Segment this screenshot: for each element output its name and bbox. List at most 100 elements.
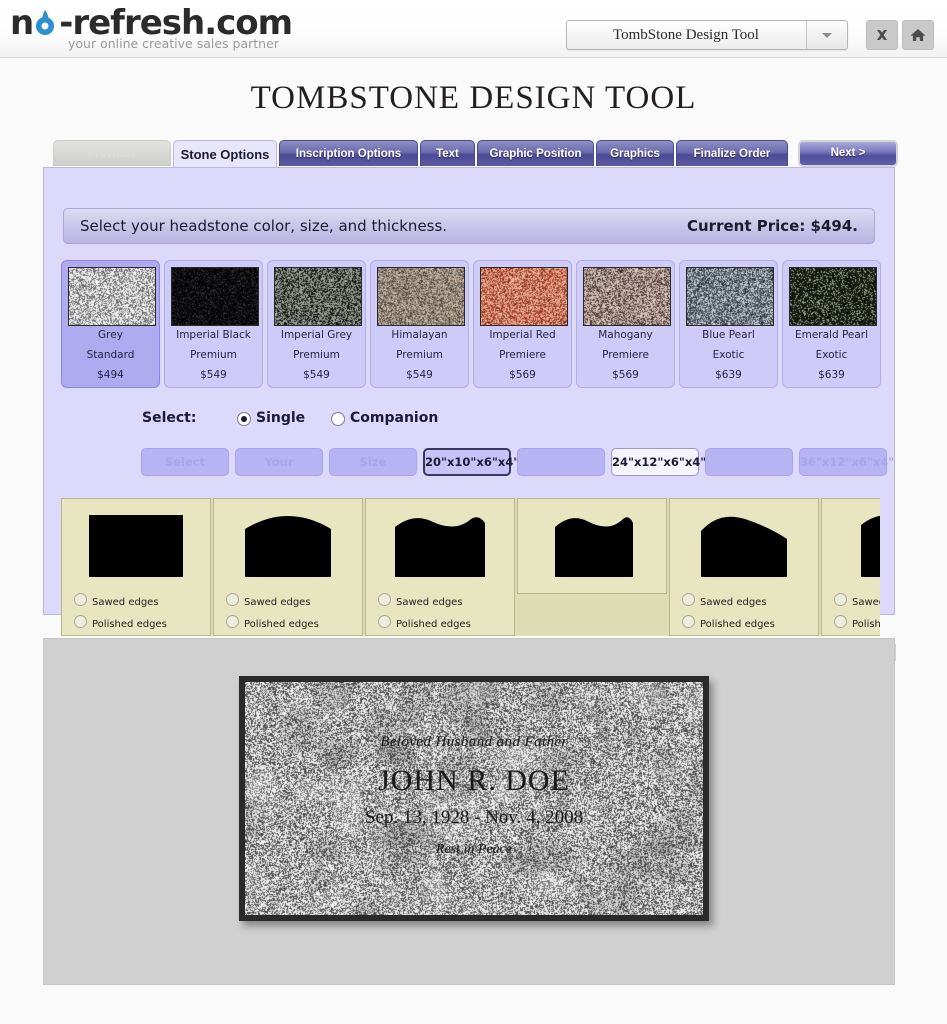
stone-price: $569	[577, 369, 674, 381]
edge-option-label: Polished edges	[700, 619, 775, 630]
stone-price: $569	[474, 369, 571, 381]
home-icon	[910, 27, 927, 43]
stone-price: $639	[680, 369, 777, 381]
edge-option-label: Polished edges	[396, 619, 471, 630]
stone-texture	[789, 267, 877, 326]
radio-polished-edges[interactable]: Polished edges	[74, 615, 167, 630]
tab-label: Stone Options	[181, 147, 270, 162]
size-button[interactable]: 36"x12"x6"x4"	[799, 448, 887, 476]
shape-card[interactable]: Sawed edges Polished edges	[213, 498, 363, 636]
page-title: TOMBSTONE DESIGN TOOL	[0, 80, 947, 117]
top-bar: n -refresh.com your online creative sales…	[0, 0, 947, 58]
shape-card[interactable]: Sawed edges Polished edges	[821, 498, 880, 636]
radio-sawed-edges[interactable]: Sawed edges	[74, 593, 159, 608]
radio-button-icon[interactable]	[226, 615, 239, 628]
radio-polished-edges[interactable]: Polished edges	[834, 615, 880, 630]
radio-companion[interactable]	[331, 412, 345, 426]
single-companion-row: Select: Single Companion	[44, 406, 896, 434]
radio-single[interactable]	[237, 412, 251, 426]
stone-swatch[interactable]: Imperial Black Premium $549	[164, 260, 263, 388]
stone-texture	[583, 267, 671, 326]
tab-stone-options[interactable]: Stone Options	[173, 140, 277, 168]
edge-option-label: Sawed edges	[244, 597, 311, 608]
radio-button-icon[interactable]	[682, 593, 695, 606]
select-label: Select:	[142, 410, 196, 426]
tab-next[interactable]: Next >	[798, 140, 898, 167]
radio-polished-edges[interactable]: Polished edges	[682, 615, 775, 630]
shape-card[interactable]: Sawed edges Polished edges	[365, 498, 515, 636]
stone-swatch[interactable]: Mahogany Premiere $569	[576, 260, 675, 388]
stone-name: Imperial Red	[474, 329, 571, 341]
radio-sawed-edges[interactable]: Sawed edges	[682, 593, 767, 608]
size-button-empty[interactable]	[705, 448, 793, 476]
app-select-dropdown[interactable]: TombStone Design Tool	[566, 20, 848, 50]
tab-finalize-order[interactable]: Finalize Order	[676, 140, 788, 166]
stone-texture	[274, 267, 362, 326]
size-button-label: Size	[360, 455, 387, 469]
dates-text: Sep. 13, 1928 - Nov. 4, 2008	[245, 807, 703, 829]
shape-card[interactable]: Sawed edges Polished edges	[669, 498, 819, 636]
radio-button-icon[interactable]	[226, 593, 239, 606]
tab-graphic-position[interactable]: Graphic Position	[477, 140, 594, 166]
stone-swatch[interactable]: Imperial Red Premiere $569	[473, 260, 572, 388]
shape-card[interactable]	[517, 498, 667, 594]
edge-option-label: Sawed edges	[852, 597, 880, 608]
app-select-arrow-box[interactable]	[806, 21, 847, 49]
size-button-label: 24"x12"x6"x4"	[612, 455, 706, 469]
stone-grade: Premium	[371, 349, 468, 361]
tab-inscription-options[interactable]: Inscription Options	[279, 140, 418, 166]
radio-companion-label[interactable]: Companion	[350, 410, 438, 426]
radio-button-icon[interactable]	[834, 593, 847, 606]
edge-option-label: Polished edges	[92, 619, 167, 630]
tab-graphics[interactable]: Graphics	[596, 140, 674, 166]
radio-button-icon[interactable]	[74, 593, 87, 606]
shape-silhouette	[822, 505, 880, 585]
radio-polished-edges[interactable]: Polished edges	[226, 615, 319, 630]
size-button[interactable]: Size	[329, 448, 417, 476]
shape-silhouette	[62, 505, 210, 585]
radio-polished-edges[interactable]: Polished edges	[378, 615, 471, 630]
radio-button-icon[interactable]	[834, 615, 847, 628]
size-button-row: Select Your Size 20"x10"x6"x4" 24"x12"x6"x4"…	[141, 448, 886, 476]
stone-texture	[377, 267, 465, 326]
stone-swatch[interactable]: Blue Pearl Exotic $639	[679, 260, 778, 388]
tab-label: Inscription Options	[296, 148, 401, 160]
size-button[interactable]: Your	[235, 448, 323, 476]
stone-grade: Exotic	[783, 349, 880, 361]
close-button[interactable]	[866, 20, 898, 50]
size-button-empty[interactable]	[517, 448, 605, 476]
tombstone-preview[interactable]: Beloved Husband and Father JOHN R. DOE S…	[239, 676, 709, 921]
shape-card[interactable]: Sawed edges Polished edges	[61, 498, 211, 636]
site-logo: n -refresh.com your online creative sales…	[10, 6, 270, 54]
stone-options-panel: Select your headstone color, size, and t…	[43, 167, 895, 615]
shape-silhouette	[366, 505, 514, 585]
stone-swatch[interactable]: Grey Standard $494	[61, 260, 160, 388]
size-button[interactable]: 20"x10"x6"x4"	[423, 448, 511, 476]
current-price: Current Price: $494.	[687, 217, 858, 235]
stone-swatch[interactable]: Himalayan Premium $549	[370, 260, 469, 388]
radio-sawed-edges[interactable]: Sawed edges	[226, 593, 311, 608]
radio-button-icon[interactable]	[378, 593, 391, 606]
close-icon	[874, 27, 890, 43]
stone-name: Imperial Grey	[268, 329, 365, 341]
tab-previous: Previous	[53, 140, 171, 166]
stone-name: Imperial Black	[165, 329, 262, 341]
stone-grade: Premiere	[474, 349, 571, 361]
stone-swatch[interactable]: Emerald Pearl Exotic $639	[782, 260, 881, 388]
radio-button-icon[interactable]	[74, 615, 87, 628]
radio-sawed-edges[interactable]: Sawed edges	[834, 593, 880, 608]
tab-text[interactable]: Text	[420, 140, 475, 166]
instruction-text: Select your headstone color, size, and t…	[80, 217, 447, 235]
stone-texture	[68, 267, 156, 326]
radio-button-icon[interactable]	[682, 615, 695, 628]
stone-grade: Standard	[62, 349, 159, 361]
radio-button-icon[interactable]	[378, 615, 391, 628]
stone-price: $639	[783, 369, 880, 381]
home-button[interactable]	[902, 20, 934, 50]
radio-single-label[interactable]: Single	[256, 410, 305, 426]
size-button[interactable]: Select	[141, 448, 229, 476]
radio-sawed-edges[interactable]: Sawed edges	[378, 593, 463, 608]
stone-grade: Exotic	[680, 349, 777, 361]
size-button[interactable]: 24"x12"x6"x4"	[611, 448, 699, 476]
stone-swatch[interactable]: Imperial Grey Premium $549	[267, 260, 366, 388]
